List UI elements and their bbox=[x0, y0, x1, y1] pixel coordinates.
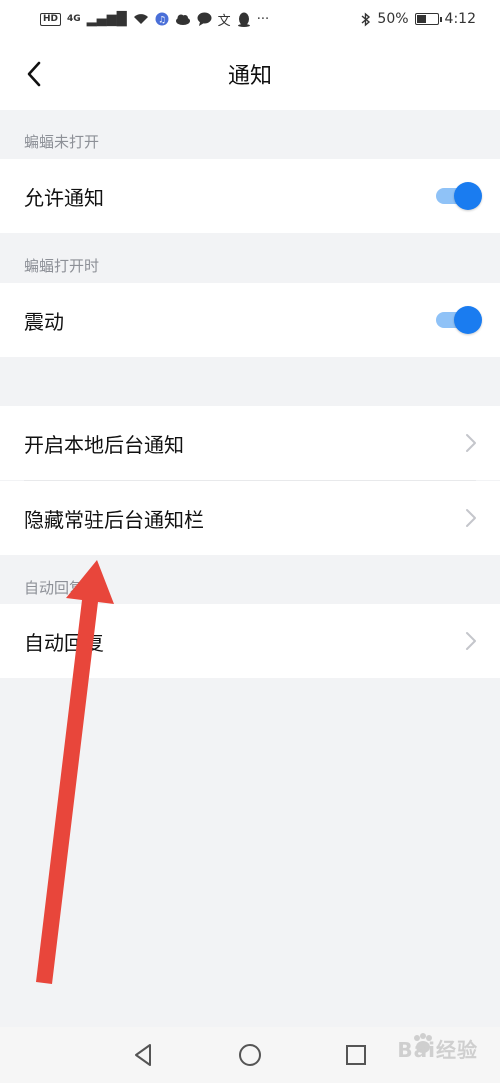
watermark-text: Bai经验 bbox=[397, 1038, 478, 1062]
back-arrow-icon bbox=[27, 61, 41, 87]
battery-percent: 50% bbox=[377, 11, 409, 27]
vibrate-label: 震动 bbox=[24, 309, 64, 334]
nav-home-icon[interactable] bbox=[236, 1041, 264, 1069]
row-allow-notifications[interactable]: 允许通知 bbox=[0, 159, 500, 233]
auto-reply-label: 自动回复 bbox=[24, 630, 104, 655]
bluetooth-icon bbox=[361, 11, 371, 27]
chat-icon bbox=[197, 12, 212, 26]
cloud-icon bbox=[175, 14, 190, 25]
clock: 4:12 bbox=[444, 11, 476, 27]
nav-recents-icon[interactable] bbox=[342, 1041, 370, 1069]
nav-back-icon[interactable] bbox=[130, 1041, 158, 1069]
status-right: 50% 4:12 bbox=[361, 11, 476, 27]
text-icon: 文 bbox=[217, 13, 231, 29]
signal-icon: ▂▄▆█ bbox=[86, 11, 127, 27]
row-vibrate[interactable]: 震动 bbox=[0, 283, 500, 357]
battery-icon bbox=[414, 13, 442, 25]
chevron-right-icon bbox=[466, 632, 476, 650]
chevron-right-icon bbox=[466, 509, 476, 527]
music-icon: ♫ bbox=[155, 12, 169, 26]
back-button[interactable] bbox=[14, 54, 54, 94]
more-icon: ··· bbox=[256, 11, 270, 27]
chevron-right-icon bbox=[466, 434, 476, 452]
allow-notifications-toggle[interactable] bbox=[436, 182, 482, 210]
hide-persistent-label: 隐藏常驻后台通知栏 bbox=[24, 507, 204, 532]
section-label-when-closed: 蝙蝠未打开 bbox=[24, 133, 100, 151]
row-auto-reply[interactable]: 自动回复 bbox=[0, 604, 500, 678]
svg-text:♫: ♫ bbox=[158, 16, 166, 26]
section-label-auto-reply: 自动回复 bbox=[24, 579, 85, 597]
toggle-knob bbox=[454, 182, 482, 210]
app-header: 通知 bbox=[0, 38, 500, 110]
vibrate-toggle[interactable] bbox=[436, 306, 482, 334]
toggle-knob bbox=[454, 306, 482, 334]
page-title: 通知 bbox=[227, 64, 272, 89]
row-local-background-notification[interactable]: 开启本地后台通知 bbox=[0, 406, 500, 480]
qq-icon bbox=[237, 12, 250, 27]
wifi-icon bbox=[133, 14, 148, 24]
status-bar: HD 4G ▂▄▆█ ♫ 文 ··· 50% 4:12 bbox=[0, 0, 500, 38]
row-hide-persistent-notification[interactable]: 隐藏常驻后台通知栏 bbox=[0, 481, 500, 555]
battery-fill bbox=[416, 15, 426, 23]
allow-notifications-label: 允许通知 bbox=[24, 185, 104, 210]
status-left: HD 4G ▂▄▆█ ♫ 文 ··· bbox=[40, 10, 269, 29]
section-label-when-open: 蝙蝠打开时 bbox=[24, 257, 100, 275]
local-background-label: 开启本地后台通知 bbox=[24, 432, 184, 457]
hd-badge: HD bbox=[40, 12, 62, 26]
network-type: 4G bbox=[67, 14, 81, 24]
